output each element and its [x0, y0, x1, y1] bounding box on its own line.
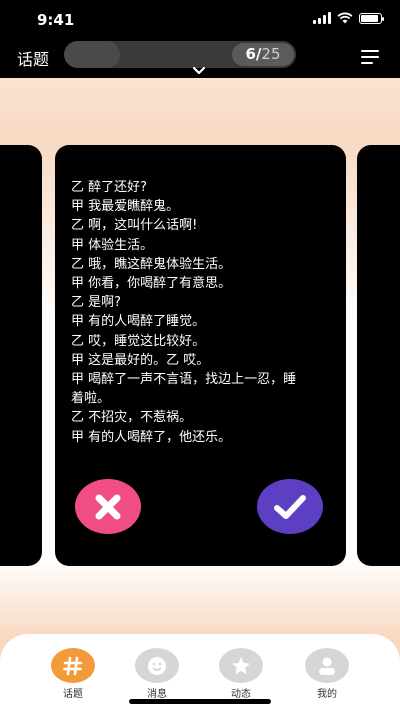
page-title: 话题: [17, 50, 50, 69]
check-icon: [274, 494, 306, 519]
tab-messages[interactable]: 消息: [134, 648, 180, 700]
tab-label: 消息: [147, 689, 167, 700]
tab-profile[interactable]: 我的: [304, 648, 350, 700]
dialog-line: 甲 我最爱瞧醉鬼。: [71, 199, 180, 215]
tab-icon-bg: [305, 648, 349, 683]
dialog-line: 甲 这是最好的。乙 哎。: [71, 352, 210, 368]
status-icons: [313, 12, 384, 24]
dialog-line: 着啦。: [71, 391, 111, 407]
previous-card[interactable]: [0, 145, 42, 566]
wifi-icon: [337, 12, 353, 24]
topic-card: 乙 醉了还好? 甲 我最爱瞧醉鬼。乙 啊，这叫什么话啊! 甲 体验生活。乙 哦，瞧这…: [55, 145, 346, 566]
next-card[interactable]: [357, 145, 400, 566]
user-icon: [319, 657, 335, 675]
top-bar: 话题 6/25: [0, 40, 400, 78]
hash-icon: [63, 656, 83, 675]
tab-icon-bg: [219, 648, 263, 683]
chevron-down-icon[interactable]: [191, 66, 207, 76]
dialog-line: 乙 醉了还好?: [71, 180, 148, 195]
smiley-icon: [148, 656, 166, 675]
dialog-line: 甲 有的人喝醉了睡觉。: [71, 314, 206, 330]
signal-icon: [313, 12, 331, 24]
dialog-line: 乙 哦，瞧这醉鬼体验生活。: [71, 256, 232, 272]
progress-total: 25: [261, 45, 281, 63]
tab-icon-bg: [51, 648, 95, 683]
close-icon: [95, 494, 121, 519]
tab-icon-bg: [135, 648, 179, 683]
tab-label: 动态: [231, 689, 251, 700]
progress-counter: 6/25: [232, 43, 294, 66]
progress-current: 6: [245, 45, 256, 63]
accept-button[interactable]: [257, 479, 323, 534]
tab-label: 我的: [317, 689, 337, 700]
dialog-line: 乙 是啊?: [71, 295, 122, 311]
star-icon: [232, 656, 250, 674]
topic-progress-bar: 6/25: [64, 41, 296, 68]
tab-feed[interactable]: 动态: [218, 648, 264, 700]
battery-icon: [359, 12, 384, 24]
tab-label: 话题: [63, 689, 83, 700]
progress-fill: [64, 41, 120, 68]
reject-button[interactable]: [75, 479, 141, 534]
dialog-line: 甲 你看，你喝醉了有意思。: [71, 276, 232, 292]
home-indicator: [129, 699, 271, 704]
status-bar: 9:41: [0, 0, 400, 40]
dialog-line: 甲 有的人喝醉了，他还乐。: [71, 429, 232, 445]
dialog-line: 甲 喝醉了一声不言语，找边上一忍，睡: [71, 372, 297, 388]
menu-icon[interactable]: [361, 50, 379, 64]
dialog-text: 乙 醉了还好? 甲 我最爱瞧醉鬼。乙 啊，这叫什么话啊! 甲 体验生活。乙 哦，瞧这…: [71, 178, 335, 447]
dialog-line: 乙 不招灾，不惹祸。: [71, 410, 193, 426]
tab-topics[interactable]: 话题: [50, 648, 96, 700]
dialog-line: 乙 啊，这叫什么话啊!: [71, 218, 198, 234]
status-time: 9:41: [37, 11, 75, 29]
dialog-line: 乙 哎，睡觉这比较好。: [71, 333, 206, 349]
dialog-line: 甲 体验生活。: [71, 237, 154, 253]
